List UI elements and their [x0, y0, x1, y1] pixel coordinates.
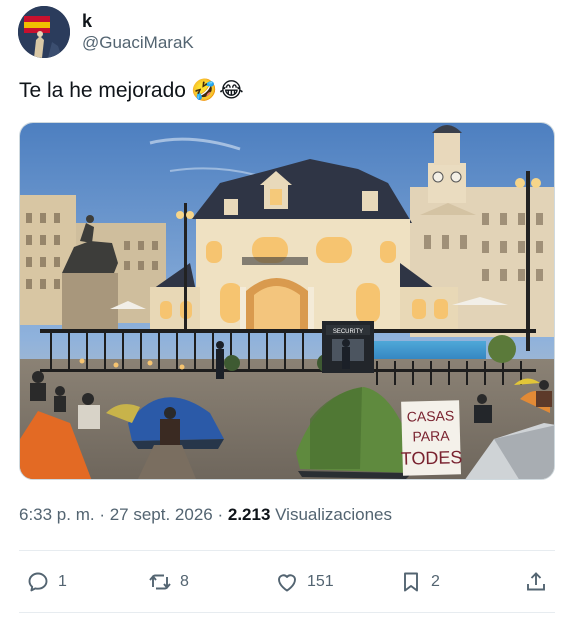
meta-separator: · [94, 505, 110, 524]
sign-line-2: PARA [412, 428, 450, 445]
joy-emoji: 😂 [219, 79, 244, 102]
reply-count: 1 [58, 573, 67, 590]
tweet-date[interactable]: 27 sept. 2026 [110, 505, 213, 524]
security-label: SECURITY [333, 329, 363, 335]
author-handle[interactable]: @GuaciMaraK [82, 32, 194, 54]
divider-top [19, 550, 555, 551]
tweet-body: Te la he mejorado [19, 79, 186, 102]
tweet-header: k @GuaciMaraK [18, 6, 194, 58]
views-label: Visualizaciones [275, 505, 393, 524]
views-count: 2.213 [227, 505, 271, 524]
bookmark-count: 2 [431, 573, 440, 590]
author-display-name[interactable]: k [82, 10, 194, 32]
share-icon [524, 570, 548, 594]
like-icon [275, 570, 299, 594]
share-button[interactable] [524, 567, 548, 597]
tweet-text: Te la he mejorado 🤣 😂 [19, 78, 244, 104]
sign-line-1: CASAS [407, 407, 455, 424]
avatar[interactable] [18, 6, 70, 58]
meta-separator-2: · [212, 505, 228, 524]
retweet-icon [148, 570, 172, 594]
tweet-photo[interactable]: SECURITY CASAS PARA TODES [19, 122, 555, 480]
tweet-time[interactable]: 6:33 p. m. [19, 505, 95, 524]
retweet-count: 8 [180, 573, 189, 590]
author-names: k @GuaciMaraK [82, 10, 194, 54]
reply-icon [26, 570, 50, 594]
like-count: 151 [307, 573, 334, 590]
bookmark-icon [399, 570, 423, 594]
divider-bottom [19, 612, 555, 613]
action-bar: 1 8 151 2 [0, 567, 574, 597]
tweet-meta: 6:33 p. m. · 27 sept. 2026 · 2.213 Visua… [19, 504, 392, 526]
like-button[interactable]: 151 [275, 567, 334, 597]
rofl-emoji: 🤣 [190, 79, 218, 102]
reply-button[interactable]: 1 [26, 567, 67, 597]
retweet-button[interactable]: 8 [148, 567, 189, 597]
sign-line-3: TODES [400, 447, 462, 469]
bookmark-button[interactable]: 2 [399, 567, 440, 597]
